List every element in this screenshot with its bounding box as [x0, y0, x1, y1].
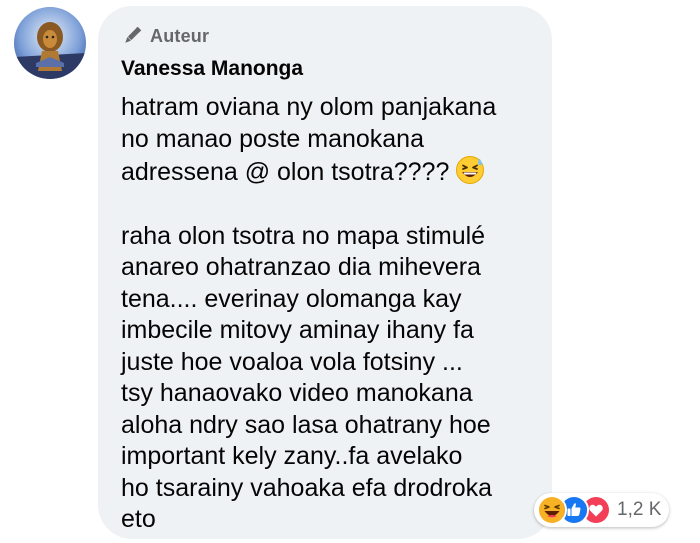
author-name[interactable]: Vanessa Manonga	[121, 57, 303, 81]
author-badge: Auteur	[120, 24, 209, 48]
comment-paragraph-1: hatram oviana ny olom panjakana no manao…	[121, 92, 551, 189]
reactions-summary[interactable]: 1,2 K	[534, 493, 670, 527]
comment-paragraph-1-text: hatram oviana ny olom panjakana no manao…	[121, 93, 497, 186]
comment-body: hatram oviana ny olom panjakana no manao…	[121, 92, 551, 536]
avatar[interactable]	[14, 7, 86, 79]
author-badge-label: Auteur	[150, 25, 210, 46]
reaction-count: 1,2 K	[617, 499, 662, 520]
avatar-image	[14, 7, 86, 79]
pen-icon	[120, 24, 144, 48]
comment-paragraph-2: raha olon tsotra no mapa stimulé anareo …	[121, 221, 493, 534]
grinning-sweat-emoji-icon	[455, 155, 485, 185]
haha-reaction-icon	[537, 495, 567, 525]
